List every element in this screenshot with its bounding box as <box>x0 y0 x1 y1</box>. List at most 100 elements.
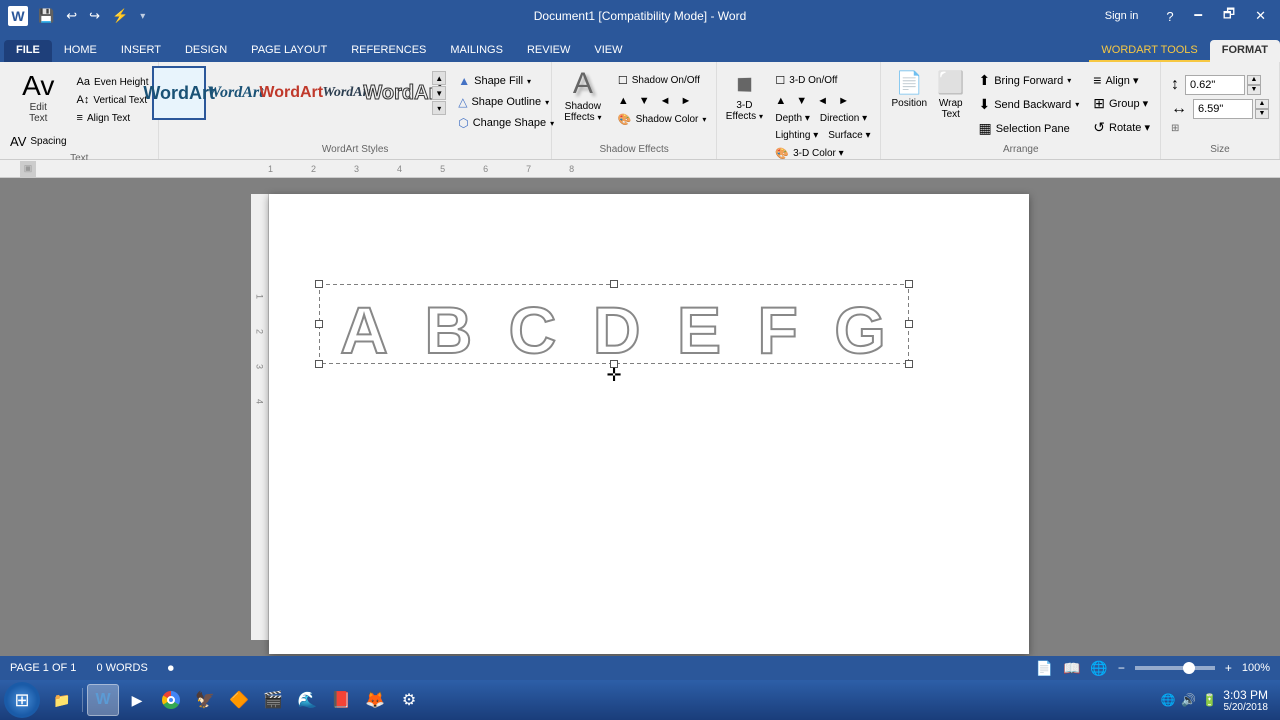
width-input[interactable] <box>1193 99 1253 119</box>
quick-print-icon[interactable]: ⚡ <box>108 6 132 26</box>
tab-review[interactable]: REVIEW <box>515 40 582 62</box>
threed-on-off-button[interactable]: ☐ 3-D On/Off <box>771 72 874 89</box>
taskbar-word[interactable]: W <box>87 684 119 716</box>
taskbar-pdf[interactable]: 📕 <box>325 684 357 716</box>
tab-insert[interactable]: INSERT <box>109 40 173 62</box>
gallery-more-arrow[interactable]: ▾ <box>432 101 446 115</box>
even-height-button[interactable]: Aa Even Height <box>73 74 153 90</box>
taskbar-system[interactable]: ⚙ <box>393 684 425 716</box>
tab-format[interactable]: FORMAT <box>1210 40 1280 62</box>
bring-forward-dropdown[interactable]: ▾ <box>1067 76 1071 85</box>
wordart-sample-3[interactable]: WordArt <box>264 66 318 120</box>
lighting-button[interactable]: Lighting ▾ <box>771 128 822 143</box>
close-icon[interactable]: ✕ <box>1249 6 1272 26</box>
gallery-up-arrow[interactable]: ▲ <box>432 71 446 85</box>
direction-button[interactable]: Direction ▾ <box>816 111 871 126</box>
save-icon[interactable]: 💾 <box>34 6 58 26</box>
taskbar-browser2[interactable]: 🌊 <box>291 684 323 716</box>
width-down-arrow[interactable]: ▼ <box>1255 109 1269 119</box>
start-button[interactable]: ⊞ <box>4 682 40 718</box>
tab-page-layout[interactable]: PAGE LAYOUT <box>239 40 339 62</box>
taskbar-file-explorer[interactable]: 📁 <box>46 684 78 716</box>
shape-outline-dropdown[interactable]: ▾ <box>545 98 549 107</box>
tab-home[interactable]: HOME <box>52 40 109 62</box>
view-web-icon[interactable]: 🌐 <box>1090 660 1107 677</box>
shape-outline-button[interactable]: △ Shape Outline ▾ <box>454 93 558 111</box>
handle-br[interactable] <box>905 360 913 368</box>
surface-button[interactable]: Surface ▾ <box>824 128 874 143</box>
view-reading-icon[interactable]: 📖 <box>1063 660 1080 677</box>
macro-record-icon[interactable]: ⏺ <box>168 661 174 676</box>
handle-tr[interactable] <box>905 280 913 288</box>
tab-view[interactable]: VIEW <box>582 40 634 62</box>
view-normal-icon[interactable]: 📄 <box>1036 660 1053 677</box>
ruler-corner[interactable]: ▣ <box>20 161 36 177</box>
align-text-button[interactable]: ≡ Align Text <box>73 110 153 126</box>
tab-mailings[interactable]: MAILINGS <box>438 40 515 62</box>
height-down-arrow[interactable]: ▼ <box>1247 85 1261 95</box>
align-button[interactable]: ≡ Align ▾ <box>1089 70 1154 90</box>
taskbar-vlc[interactable]: 🔶 <box>223 684 255 716</box>
customize-quick-access[interactable]: ▾ <box>136 9 149 24</box>
wrap-text-button[interactable]: ⬜ WrapText <box>933 66 968 124</box>
tilt-right-button[interactable]: ► <box>834 93 853 109</box>
tab-references[interactable]: REFERENCES <box>339 40 438 62</box>
taskbar-chrome[interactable] <box>155 684 187 716</box>
tab-design[interactable]: DESIGN <box>173 40 239 62</box>
shadow-on-off-button[interactable]: ☐ Shadow On/Off <box>614 72 711 89</box>
maximize-icon[interactable]: 🗗 <box>1217 3 1241 29</box>
height-input[interactable] <box>1185 75 1245 95</box>
nudge-shadow-up-button[interactable]: ▲ <box>614 93 633 109</box>
taskbar-video[interactable]: 🎬 <box>257 684 289 716</box>
handle-tl[interactable] <box>315 280 323 288</box>
move-cursor[interactable]: ✛ <box>606 365 621 386</box>
wordart-container[interactable]: A B C D E F G ✛ <box>319 284 909 364</box>
shadow-effects-button[interactable]: A ShadowEffects ▾ <box>558 70 608 120</box>
zoom-level[interactable]: 100% <box>1242 662 1270 674</box>
zoom-slider[interactable] <box>1135 666 1215 670</box>
handle-tc[interactable] <box>610 280 618 288</box>
bring-forward-button[interactable]: ⬆ Bring Forward ▾ <box>974 70 1083 91</box>
tilt-up-button[interactable]: ▲ <box>771 93 790 109</box>
shadow-color-dropdown[interactable]: ▾ <box>702 115 706 124</box>
minimize-icon[interactable]: 🗕 <box>1188 3 1209 29</box>
shape-fill-dropdown[interactable]: ▾ <box>527 77 531 86</box>
depth-button[interactable]: Depth ▾ <box>771 111 813 126</box>
wordart-sample-2[interactable]: WordArt <box>208 66 262 120</box>
vertical-text-button[interactable]: A↕ Vertical Text <box>73 92 153 108</box>
redo-icon[interactable]: ↪ <box>85 6 104 26</box>
position-button[interactable]: 📄 Position <box>887 66 931 113</box>
nudge-shadow-right-button[interactable]: ► <box>677 93 696 109</box>
wordart-sample-5[interactable]: WordArt <box>376 66 430 120</box>
tilt-left-button[interactable]: ◄ <box>813 93 832 109</box>
send-backward-button[interactable]: ⬇ Send Backward ▾ <box>974 94 1083 115</box>
height-up-arrow[interactable]: ▲ <box>1247 75 1261 85</box>
shape-fill-button[interactable]: ▲ Shape Fill ▾ <box>454 72 558 90</box>
size-expand-icon[interactable]: ⊞ <box>1171 123 1179 134</box>
wordart-sample-1[interactable]: WordArt <box>152 66 206 120</box>
sign-in[interactable]: Sign in <box>1099 8 1145 24</box>
taskbar-media[interactable]: ▶ <box>121 684 153 716</box>
selection-pane-button[interactable]: ▦ Selection Pane <box>974 118 1083 139</box>
width-up-arrow[interactable]: ▲ <box>1255 99 1269 109</box>
edit-text-button[interactable]: Av EditText <box>18 68 58 130</box>
send-backward-dropdown[interactable]: ▾ <box>1075 100 1079 109</box>
change-shape-button[interactable]: ⬡ Change Shape ▾ <box>454 114 558 132</box>
rotate-button[interactable]: ↺ Rotate ▾ <box>1089 117 1154 138</box>
threed-effects-button[interactable]: ■ 3-DEffects ▾ <box>723 70 765 120</box>
tilt-down-button[interactable]: ▼ <box>792 93 811 109</box>
nudge-shadow-left-button[interactable]: ◄ <box>656 93 675 109</box>
shadow-color-button[interactable]: 🎨 Shadow Color ▾ <box>614 111 711 128</box>
taskbar-firefox[interactable]: 🦊 <box>359 684 391 716</box>
handle-bl[interactable] <box>315 360 323 368</box>
spacing-button[interactable]: AV Spacing <box>6 132 71 151</box>
handle-mr[interactable] <box>905 320 913 328</box>
nudge-shadow-down-button[interactable]: ▼ <box>635 93 654 109</box>
help-icon[interactable]: ? <box>1160 7 1179 26</box>
handle-ml[interactable] <box>315 320 323 328</box>
group-button[interactable]: ⊞ Group ▾ <box>1089 93 1154 114</box>
gallery-down-arrow[interactable]: ▼ <box>432 86 446 100</box>
zoom-in-icon[interactable]: + <box>1225 661 1232 675</box>
taskbar-app5[interactable]: 🦅 <box>189 684 221 716</box>
undo-icon[interactable]: ↩ <box>62 6 81 26</box>
